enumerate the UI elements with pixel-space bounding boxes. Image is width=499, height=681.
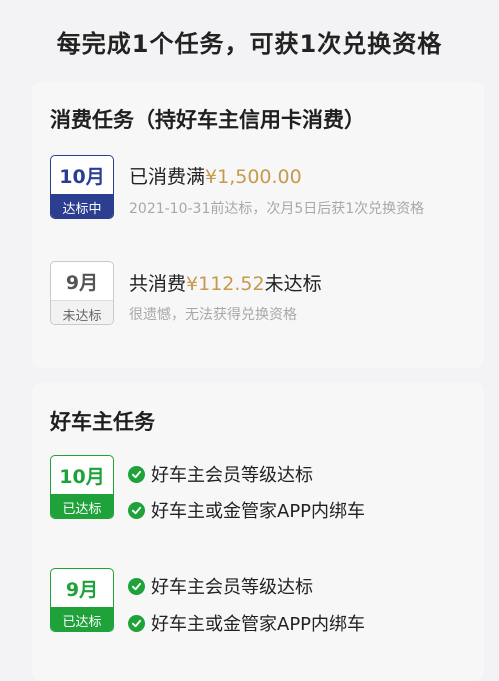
- summary-prefix: 共消费: [129, 273, 187, 295]
- month-badge-oct-in-progress: 10月 达标中: [50, 155, 114, 219]
- badge-month: 10月: [59, 165, 105, 188]
- consumption-note-sep: 很遗憾，无法获得兑换资格: [129, 307, 297, 323]
- badge-month: 9月: [65, 271, 99, 294]
- check-circle-icon: [128, 614, 145, 632]
- check-circle-icon: [128, 501, 145, 519]
- check-circle-icon: [128, 465, 145, 483]
- summary-prefix: 已消费满: [129, 166, 206, 188]
- spent-amount: ¥1,500.00: [205, 166, 302, 188]
- month-badge-sep-not-achieved: 9月 未达标: [50, 261, 114, 325]
- check-item: 好车主会员等级达标: [128, 461, 313, 487]
- check-item-label: 好车主或金管家APP内绑车: [151, 614, 366, 635]
- check-item: 好车主或金管家APP内绑车: [128, 610, 365, 636]
- badge-status: 未达标: [51, 300, 113, 324]
- check-item-label: 好车主会员等级达标: [151, 465, 313, 486]
- badge-month: 10月: [59, 465, 105, 488]
- consumption-note-oct: 2021-10-31前达标，次月5日后获1次兑换资格: [129, 201, 425, 217]
- check-item: 好车主或金管家APP内绑车: [128, 497, 365, 523]
- badge-status: 达标中: [51, 194, 113, 218]
- consumption-task-card: 消费任务（持好车主信用卡消费） 10月 达标中 已消费满¥1,500.00 20…: [32, 82, 484, 368]
- page-title: 每完成1个任务，可获1次兑换资格: [56, 29, 443, 58]
- consumption-task-title: 消费任务（持好车主信用卡消费）: [50, 108, 365, 132]
- badge-status: 已达标: [51, 607, 113, 631]
- task-page: 每完成1个任务，可获1次兑换资格 消费任务（持好车主信用卡消费） 10月 达标中…: [0, 0, 499, 681]
- owner-task-title: 好车主任务: [50, 410, 155, 434]
- check-circle-icon: [128, 577, 145, 595]
- summary-suffix: 未达标: [264, 273, 322, 295]
- consumption-summary-oct: 已消费满¥1,500.00: [129, 162, 302, 189]
- badge-month: 9月: [65, 578, 99, 601]
- badge-status: 已达标: [51, 494, 113, 518]
- check-item-label: 好车主或金管家APP内绑车: [151, 501, 366, 522]
- month-badge-oct-achieved: 10月 已达标: [50, 455, 114, 519]
- owner-task-card: 好车主任务 10月 已达标 好车主会员等级达标 好车主或金管家APP内绑车 9月…: [32, 382, 484, 681]
- check-item: 好车主会员等级达标: [128, 573, 313, 599]
- month-badge-sep-achieved: 9月 已达标: [50, 568, 114, 632]
- spent-amount: ¥112.52: [186, 273, 265, 295]
- check-item-label: 好车主会员等级达标: [151, 577, 313, 598]
- consumption-summary-sep: 共消费¥112.52未达标: [129, 269, 322, 296]
